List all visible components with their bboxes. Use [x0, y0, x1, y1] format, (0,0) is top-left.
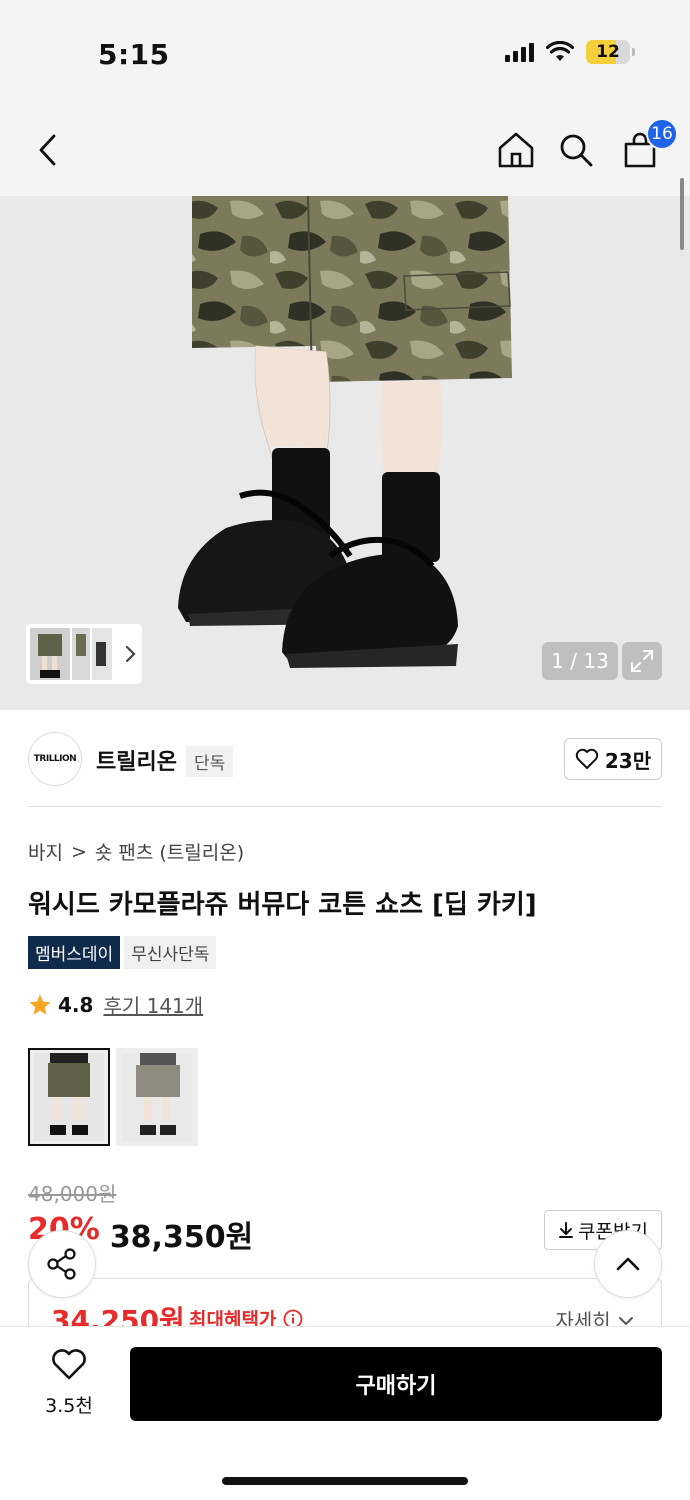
- status-time: 5:15: [98, 38, 170, 71]
- expand-image-button[interactable]: [622, 642, 662, 680]
- product-badges: 멤버스데이 무신사단독: [28, 936, 217, 969]
- back-button[interactable]: [26, 128, 70, 172]
- exclusive-tag: 단독: [186, 746, 234, 777]
- brand-logo-text: TRILLION: [33, 754, 77, 764]
- sale-price: 38,350원: [109, 1220, 254, 1255]
- cart-button[interactable]: 16: [618, 118, 678, 172]
- status-icons: 12: [505, 40, 635, 64]
- product-title: 워시드 카모플라쥬 버뮤다 코튼 쇼츠 [딥 카키]: [28, 890, 537, 920]
- share-button[interactable]: [28, 1230, 96, 1298]
- nav-header: 16: [0, 110, 690, 196]
- share-icon: [47, 1248, 76, 1280]
- divider: [28, 806, 662, 807]
- chevron-up-icon: [616, 1257, 640, 1271]
- status-bar: 5:15 12: [0, 0, 690, 110]
- variant-thumbnail: [122, 1053, 192, 1141]
- brand-like-count: 23만: [604, 748, 652, 773]
- wishlist-button[interactable]: 3.5천: [34, 1349, 104, 1418]
- chevron-left-icon: [39, 134, 56, 166]
- thumbnail-images: [30, 628, 112, 680]
- brand-name[interactable]: 트릴리온: [96, 744, 177, 776]
- battery-level: 12: [596, 42, 620, 62]
- search-button[interactable]: [554, 128, 598, 172]
- download-icon: [559, 1222, 574, 1238]
- wifi-icon: [546, 41, 574, 61]
- chevron-right-icon: [125, 645, 136, 663]
- bottom-purchase-bar: 3.5천 구매하기: [0, 1326, 690, 1500]
- heart-icon: [575, 748, 599, 769]
- home-button[interactable]: [494, 128, 538, 172]
- rating-row: 4.8 후기 141개: [28, 990, 203, 1019]
- signal-icon: [505, 42, 534, 62]
- members-day-badge: 멤버스데이: [28, 936, 121, 969]
- battery-icon: 12: [586, 40, 635, 64]
- color-variants: [28, 1048, 198, 1146]
- rating-score: 4.8: [58, 992, 94, 1017]
- home-icon: [498, 132, 534, 168]
- exclusive-badge: 무신사단독: [124, 936, 217, 969]
- home-indicator: [222, 1477, 468, 1485]
- brand-row: TRILLION 트릴리온 단독 23만: [28, 730, 662, 790]
- buy-button[interactable]: 구매하기: [130, 1347, 662, 1421]
- scroll-to-top-button[interactable]: [594, 1230, 662, 1298]
- breadcrumb: 바지 > 숏 팬츠 (트릴리온): [28, 838, 244, 865]
- variant-grey-camo[interactable]: [116, 1048, 198, 1146]
- reviews-link[interactable]: 후기 141개: [103, 990, 203, 1019]
- variant-thumbnail: [34, 1053, 104, 1141]
- breadcrumb-separator: >: [70, 840, 87, 863]
- search-icon: [560, 134, 593, 167]
- wishlist-count: 3.5천: [45, 1395, 93, 1417]
- original-price: 48,000원: [28, 1182, 117, 1206]
- heart-icon: [52, 1349, 86, 1380]
- star-icon: [29, 994, 51, 1015]
- brand-like-button[interactable]: 23만: [564, 738, 662, 780]
- image-counter: 1 / 13: [542, 642, 618, 680]
- expand-icon: [631, 650, 653, 672]
- brand-logo[interactable]: TRILLION: [28, 732, 82, 786]
- variant-deep-khaki[interactable]: [28, 1048, 110, 1146]
- cart-count-badge: 16: [646, 118, 678, 150]
- gallery-thumbnail-strip[interactable]: [26, 624, 142, 684]
- breadcrumb-category[interactable]: 바지: [28, 838, 63, 865]
- product-image[interactable]: 1 / 13: [0, 196, 690, 710]
- scrollbar[interactable]: [680, 178, 684, 250]
- breadcrumb-subcategory[interactable]: 숏 팬츠 (트릴리온): [95, 838, 244, 865]
